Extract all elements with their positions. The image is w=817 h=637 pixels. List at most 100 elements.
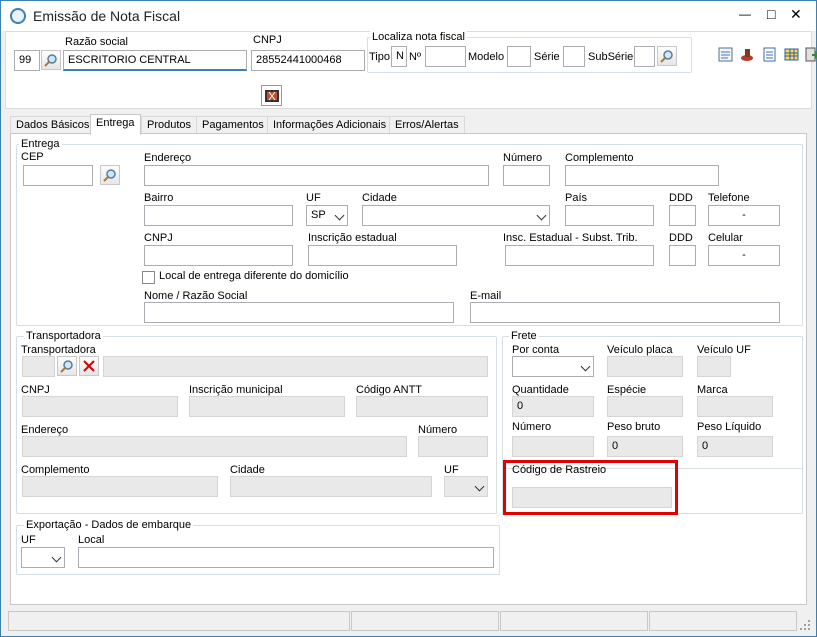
subserie-label: SubSérie xyxy=(588,51,634,63)
exit-icon[interactable] xyxy=(804,47,817,62)
close-button[interactable]: ✕ xyxy=(790,6,802,23)
entrega-title: Entrega xyxy=(19,138,62,150)
marca-field[interactable] xyxy=(697,396,773,417)
tipo-label: Tipo xyxy=(369,51,390,63)
ddd-field[interactable] xyxy=(669,205,696,226)
resize-grip-icon[interactable] xyxy=(799,619,811,631)
cep-field[interactable] xyxy=(23,165,93,186)
tab-pagamentos[interactable]: Pagamentos xyxy=(196,116,270,134)
maximize-button[interactable]: □ xyxy=(767,6,775,22)
transp-uf-select[interactable] xyxy=(444,476,488,497)
entrega-cnpj-field[interactable] xyxy=(144,245,293,266)
search-company-button[interactable] xyxy=(41,50,61,70)
inscricao-municipal-label: Inscrição municipal xyxy=(189,384,283,396)
celular-field[interactable]: - xyxy=(708,245,780,266)
transp-numero-field[interactable] xyxy=(418,436,488,457)
pais-field[interactable] xyxy=(565,205,654,226)
notes-icon[interactable] xyxy=(718,47,733,62)
inscricao-estadual-field[interactable] xyxy=(308,245,457,266)
peso-bruto-field[interactable]: 0 xyxy=(607,436,683,457)
telefone-field[interactable]: - xyxy=(708,205,780,226)
document-icon[interactable] xyxy=(762,47,777,62)
veiculo-uf-label: Veículo UF xyxy=(697,344,751,356)
endereco-label: Endereço xyxy=(144,152,192,164)
especie-field[interactable] xyxy=(607,396,683,417)
app-icon xyxy=(10,8,26,24)
transportadora-name-field[interactable] xyxy=(103,356,488,377)
chevron-down-icon xyxy=(536,210,547,221)
cep-label: CEP xyxy=(21,151,44,163)
stamp-icon[interactable] xyxy=(740,47,755,62)
title-bar: Emissão de Nota Fiscal — □ ✕ xyxy=(1,1,816,31)
tab-erros-alertas[interactable]: Erros/Alertas xyxy=(389,116,465,134)
status-cell-4 xyxy=(649,611,797,631)
transportadora-clear-button[interactable] xyxy=(79,356,99,376)
transp-cnpj-field[interactable] xyxy=(22,396,178,417)
quantidade-field[interactable]: 0 xyxy=(512,396,594,417)
transp-complemento-field[interactable] xyxy=(22,476,218,497)
tab-produtos[interactable]: Produtos xyxy=(141,116,198,134)
transportadora-code-field[interactable] xyxy=(22,356,55,377)
telefone-label: Telefone xyxy=(708,192,750,204)
numero-label: Número xyxy=(503,152,543,164)
film-button[interactable] xyxy=(261,85,282,106)
complemento-field[interactable] xyxy=(565,165,719,186)
local-field[interactable] xyxy=(78,547,494,568)
peso-bruto-label: Peso bruto xyxy=(607,421,661,433)
cnpj-label: CNPJ xyxy=(253,34,282,46)
localiza-search-button[interactable] xyxy=(657,46,677,66)
numero-field[interactable] xyxy=(503,165,550,186)
transp-cidade-field[interactable] xyxy=(230,476,432,497)
razao-social-field[interactable]: ESCRITORIO CENTRAL xyxy=(63,50,247,71)
export-uf-select[interactable] xyxy=(21,547,65,568)
uf-select-value: SP xyxy=(311,209,326,221)
ie-st-label: Insc. Estadual - Subst. Trib. xyxy=(503,232,638,244)
tab-informacoes-adicionais[interactable]: Informações Adicionais xyxy=(267,116,393,134)
veiculo-uf-field[interactable] xyxy=(697,356,731,377)
status-cell-2 xyxy=(351,611,499,631)
email-field[interactable] xyxy=(470,302,780,323)
por-conta-select[interactable] xyxy=(512,356,594,377)
bairro-field[interactable] xyxy=(144,205,293,226)
modelo-field[interactable] xyxy=(507,46,531,67)
inscricao-municipal-field[interactable] xyxy=(189,396,345,417)
cidade-label: Cidade xyxy=(362,192,397,204)
cnpj-field[interactable]: 28552441000468 xyxy=(251,50,365,71)
veiculo-placa-field[interactable] xyxy=(607,356,683,377)
search-icon xyxy=(660,50,673,63)
especie-label: Espécie xyxy=(607,384,647,396)
modelo-label: Modelo xyxy=(468,51,505,63)
por-conta-label: Por conta xyxy=(512,344,560,356)
endereco-field[interactable] xyxy=(144,165,489,186)
nome-razao-field[interactable] xyxy=(144,302,454,323)
uf-select[interactable]: SP xyxy=(306,205,348,226)
subserie-field[interactable] xyxy=(634,46,655,67)
frete-numero-field[interactable] xyxy=(512,436,594,457)
local-diferente-checkbox[interactable] xyxy=(142,271,155,284)
tab-dados-basicos[interactable]: Dados Básicos xyxy=(10,116,96,134)
transportadora-search-button[interactable] xyxy=(57,356,77,376)
peso-liquido-field[interactable]: 0 xyxy=(697,436,773,457)
cep-search-button[interactable] xyxy=(100,165,120,185)
codigo-antt-field[interactable] xyxy=(356,396,488,417)
numero-nf-field[interactable] xyxy=(425,46,466,67)
transp-complemento-label: Complemento xyxy=(21,464,90,476)
transp-endereco-field[interactable] xyxy=(22,436,407,457)
tipo-field[interactable]: N xyxy=(391,46,407,67)
minimize-button[interactable]: — xyxy=(739,7,751,21)
serie-field[interactable] xyxy=(563,46,585,67)
grid-icon[interactable] xyxy=(784,47,799,62)
company-code-field[interactable]: 99 xyxy=(14,50,40,71)
serie-label: Série xyxy=(534,51,560,63)
quantidade-label: Quantidade xyxy=(512,384,569,396)
nome-razao-label: Nome / Razão Social xyxy=(144,290,248,302)
ddd-celular-field[interactable] xyxy=(669,245,696,266)
status-cell-1 xyxy=(8,611,350,631)
ie-st-field[interactable] xyxy=(505,245,654,266)
tab-entrega[interactable]: Entrega xyxy=(90,114,141,135)
cidade-select[interactable] xyxy=(362,205,550,226)
transportadora-title: Transportadora xyxy=(24,330,103,342)
header-panel: Razão social 99 ESCRITORIO CENTRAL CNPJ … xyxy=(5,31,817,109)
ddd-celular-label: DDD xyxy=(669,232,693,244)
chevron-down-icon xyxy=(51,552,62,563)
